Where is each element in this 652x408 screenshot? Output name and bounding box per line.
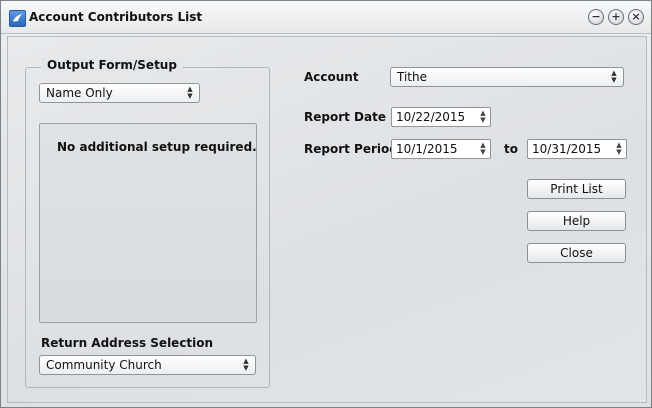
report-date-value: 10/22/2015 [396,110,466,124]
account-label: Account [304,70,359,84]
date-spinner-icon[interactable]: ▲ ▼ [479,142,487,156]
output-form-dropdown[interactable]: Name Only ▲ ▼ [39,83,200,103]
title-bar[interactable]: Account Contributors List − + × [1,1,651,34]
report-date-field[interactable]: 10/22/2015 ▲ ▼ [391,107,491,127]
return-address-label: Return Address Selection [41,336,214,350]
period-to-field[interactable]: 10/31/2015 ▲ ▼ [527,139,627,159]
updown-arrow-icon: ▲ ▼ [187,85,193,100]
period-to-value: 10/31/2015 [532,142,602,156]
setup-message: No additional setup required. [57,140,257,154]
output-form-value: Name Only [46,86,113,100]
window-title: Account Contributors List [29,10,203,24]
return-address-value: Community Church [46,358,162,372]
maximize-icon[interactable]: + [608,9,624,25]
close-button[interactable]: Close [527,243,626,263]
dialog-window: Account Contributors List − + × Output F… [0,0,652,408]
period-to-label: to [504,142,518,156]
close-icon[interactable]: × [628,9,644,25]
period-from-field[interactable]: 10/1/2015 ▲ ▼ [391,139,491,159]
help-button[interactable]: Help [527,211,626,231]
date-spinner-icon[interactable]: ▲ ▼ [615,142,623,156]
account-value: Tithe [397,70,427,84]
report-date-label: Report Date [304,110,386,124]
period-from-value: 10/1/2015 [396,142,458,156]
updown-arrow-icon: ▲ ▼ [611,69,617,84]
minimize-icon[interactable]: − [588,9,604,25]
output-form-legend: Output Form/Setup [41,58,183,72]
updown-arrow-icon: ▲ ▼ [243,357,249,372]
print-list-button[interactable]: Print List [527,179,626,199]
app-dove-icon [9,10,26,27]
report-period-label: Report Period [304,142,398,156]
date-spinner-icon[interactable]: ▲ ▼ [479,110,487,124]
return-address-dropdown[interactable]: Community Church ▲ ▼ [39,355,256,375]
account-dropdown[interactable]: Tithe ▲ ▼ [390,67,624,87]
